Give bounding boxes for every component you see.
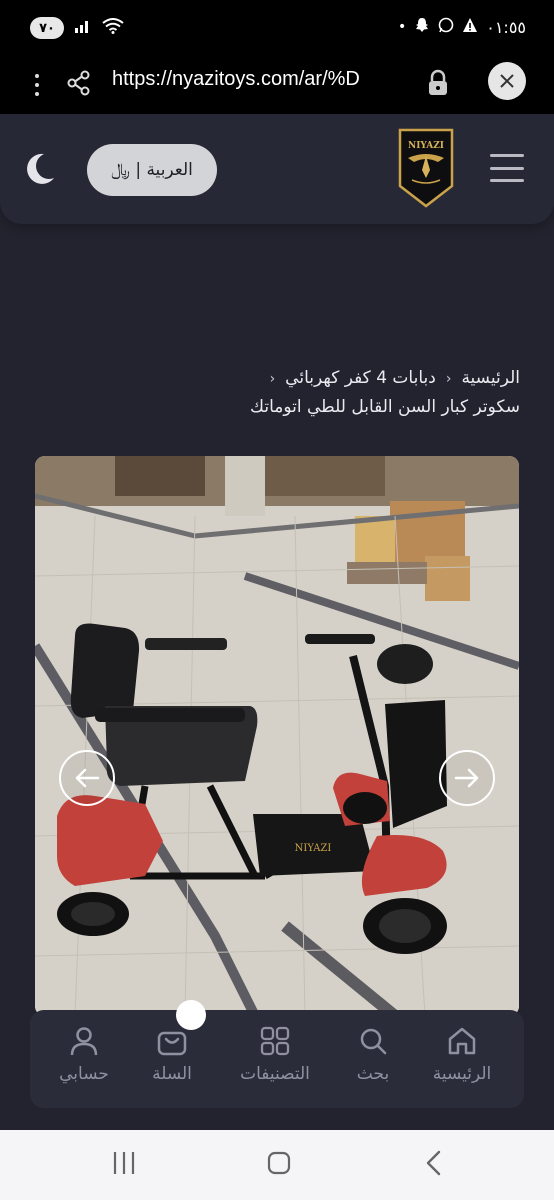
system-navigation-bar (0, 1130, 554, 1200)
breadcrumb-category[interactable]: دبابات 4 كفر كهربائي (285, 368, 436, 388)
alert-icon (462, 17, 478, 37)
nav-item-cart[interactable]: السلة (122, 1024, 222, 1084)
dot-icon: • (397, 19, 407, 35)
nav-item-categories[interactable]: التصنيفات (225, 1024, 325, 1084)
back-icon[interactable] (424, 1150, 444, 1180)
wifi-icon (102, 18, 124, 38)
product-image-carousel[interactable]: NIYAZI (35, 456, 519, 1016)
home-button-icon[interactable] (266, 1150, 292, 1180)
whatsapp-icon (438, 17, 454, 37)
nav-label-cart: السلة (152, 1064, 192, 1084)
snapchat-icon (414, 17, 430, 37)
browser-url-bar: https://nyazitoys.com/ar/%D (0, 56, 554, 114)
clock: ٠١:٥٥ (486, 17, 526, 37)
home-icon (448, 1027, 476, 1055)
nav-item-home[interactable]: الرئيسية (412, 1024, 512, 1084)
nav-label-account: حسابي (59, 1064, 109, 1084)
breadcrumb-current: سكوتر كبار السن القابل للطي اتوماتك (250, 397, 520, 417)
site-header: NIYAZI العربية | ﷼ (0, 114, 554, 224)
recent-apps-icon[interactable] (112, 1150, 136, 1180)
language-currency-button[interactable]: العربية | ﷼ (87, 144, 217, 196)
lock-icon[interactable] (426, 68, 450, 98)
user-icon (70, 1027, 98, 1056)
arrow-right-icon (454, 768, 479, 788)
close-icon (500, 74, 514, 88)
nav-item-account[interactable]: حسابي (34, 1024, 134, 1084)
nav-label-home: الرئيسية (432, 1064, 492, 1084)
breadcrumb-separator-icon: ‹ (445, 371, 452, 387)
nav-label-categories: التصنيفات (240, 1064, 310, 1084)
nav-label-search: بحث (356, 1064, 390, 1084)
battery-indicator: ٧٠ (30, 17, 64, 39)
cart-badge (176, 1000, 206, 1030)
web-page: NIYAZI العربية | ﷼ الرئيسية ‹ دبابات 4 كفر… (0, 114, 554, 1130)
moon-icon[interactable] (24, 152, 56, 186)
niyazi-logo[interactable]: NIYAZI (398, 128, 454, 208)
categories-icon (260, 1026, 290, 1056)
more-options-icon[interactable] (22, 66, 52, 104)
carousel-prev-button[interactable] (59, 750, 115, 806)
breadcrumb: الرئيسية ‹ دبابات 4 كفر كهربائي ‹ سكوتر كبا… (20, 364, 520, 421)
signal-icon (74, 18, 92, 38)
nav-item-search[interactable]: بحث (323, 1024, 423, 1084)
logo-wordmark: NIYAZI (408, 141, 444, 151)
svg-text:NIYAZI: NIYAZI (295, 843, 332, 854)
bottom-navigation: الرئيسية بحث التصنيفات السلة حسابي (30, 1000, 524, 1108)
close-tab-button[interactable] (488, 62, 526, 100)
url-text[interactable]: https://nyazitoys.com/ar/%D (112, 68, 412, 91)
breadcrumb-home[interactable]: الرئيسية (461, 368, 520, 388)
cart-icon (157, 1031, 187, 1056)
product-photo: NIYAZI (35, 456, 519, 1016)
carousel-next-button[interactable] (439, 750, 495, 806)
search-icon (360, 1028, 387, 1055)
status-left: ٧٠ (30, 17, 124, 39)
status-right: • ٠١:٥٥ (398, 17, 526, 37)
arrow-left-icon (75, 768, 100, 788)
hamburger-menu-icon[interactable] (490, 154, 524, 182)
status-bar: ٧٠ • ٠١:٥٥ (0, 0, 554, 56)
breadcrumb-separator-icon: ‹ (269, 371, 276, 387)
share-icon[interactable] (64, 68, 94, 98)
